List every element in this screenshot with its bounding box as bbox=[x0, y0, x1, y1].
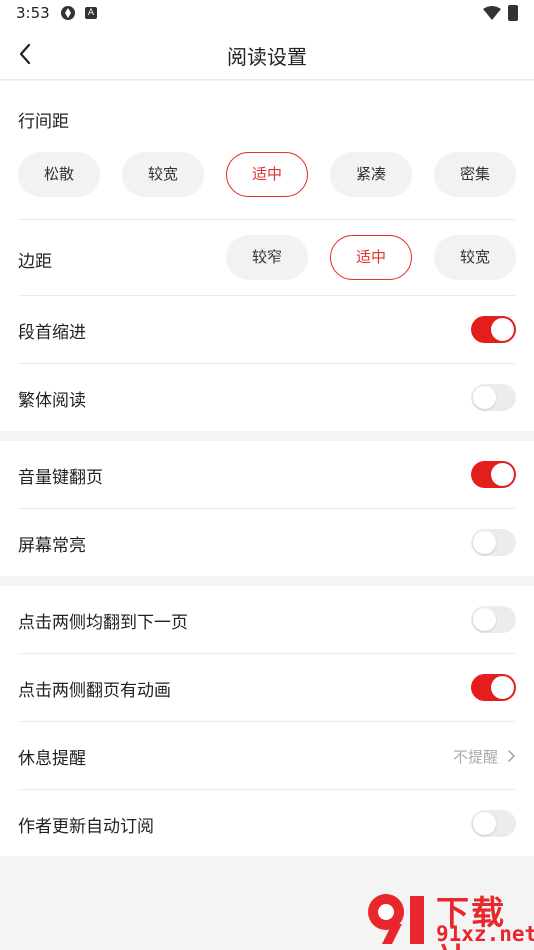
toggle-knob bbox=[491, 463, 514, 486]
watermark-logo-icon bbox=[368, 894, 424, 944]
margin-label: 边距 bbox=[18, 252, 52, 272]
app-notification-icon bbox=[61, 6, 75, 20]
divider bbox=[18, 219, 516, 220]
toggle-knob bbox=[491, 676, 514, 699]
page-turn-settings-card: 点击两侧均翻到下一页 点击两侧翻页有动画 休息提醒 不提醒 作者更新自动订阅 bbox=[0, 586, 534, 856]
flip-animation-label: 点击两侧翻页有动画 bbox=[18, 681, 171, 701]
line-spacing-label: 行间距 bbox=[18, 112, 69, 132]
paragraph-indent-row: 段首缩进 bbox=[0, 296, 534, 364]
status-time: 3:53 bbox=[16, 4, 50, 22]
watermark-url: 91xz.net bbox=[436, 922, 534, 946]
toggle-knob bbox=[473, 386, 496, 409]
title-bar: 阅读设置 bbox=[0, 28, 534, 80]
line-spacing-option-compact[interactable]: 紧凑 bbox=[330, 152, 412, 197]
flip-animation-toggle[interactable] bbox=[471, 674, 516, 701]
margin-option-narrow[interactable]: 较窄 bbox=[226, 235, 308, 280]
rest-reminder-value: 不提醒 bbox=[452, 748, 498, 766]
layout-settings-card: 行间距 松散 较宽 适中 紧凑 密集 边距 较窄 适中 较宽 段首缩进 繁体阅读 bbox=[0, 81, 534, 431]
auto-subscribe-label: 作者更新自动订阅 bbox=[18, 817, 154, 837]
paragraph-indent-toggle[interactable] bbox=[471, 316, 516, 343]
volume-key-row: 音量键翻页 bbox=[0, 441, 534, 509]
volume-key-toggle[interactable] bbox=[471, 461, 516, 488]
line-spacing-option-loose[interactable]: 松散 bbox=[18, 152, 100, 197]
margin-option-medium[interactable]: 适中 bbox=[330, 235, 412, 280]
status-bar: 3:53 A bbox=[0, 0, 534, 28]
screen-on-label: 屏幕常亮 bbox=[18, 536, 86, 556]
rest-reminder-row[interactable]: 休息提醒 不提醒 bbox=[0, 722, 534, 790]
traditional-chinese-label: 繁体阅读 bbox=[18, 391, 86, 411]
toggle-knob bbox=[473, 531, 496, 554]
a-icon: A bbox=[85, 7, 97, 19]
toggle-knob bbox=[473, 608, 496, 631]
traditional-chinese-toggle[interactable] bbox=[471, 384, 516, 411]
line-spacing-option-medium[interactable]: 适中 bbox=[226, 152, 308, 197]
traditional-chinese-row: 繁体阅读 bbox=[0, 364, 534, 432]
line-spacing-option-wide[interactable]: 较宽 bbox=[122, 152, 204, 197]
margin-option-wide[interactable]: 较宽 bbox=[434, 235, 516, 280]
tap-next-page-row: 点击两侧均翻到下一页 bbox=[0, 586, 534, 654]
paragraph-indent-label: 段首缩进 bbox=[18, 323, 86, 343]
battery-icon bbox=[508, 5, 518, 21]
toggle-knob bbox=[473, 812, 496, 835]
chevron-right-icon bbox=[508, 750, 515, 762]
auto-subscribe-row: 作者更新自动订阅 bbox=[0, 790, 534, 858]
volume-key-label: 音量键翻页 bbox=[18, 468, 103, 488]
page-title: 阅读设置 bbox=[227, 45, 307, 69]
auto-subscribe-toggle[interactable] bbox=[471, 810, 516, 837]
watermark: 下载站 91xz.net bbox=[360, 886, 534, 950]
wifi-icon bbox=[483, 6, 501, 20]
line-spacing-option-dense[interactable]: 密集 bbox=[434, 152, 516, 197]
tap-next-page-label: 点击两侧均翻到下一页 bbox=[18, 613, 188, 633]
flip-animation-row: 点击两侧翻页有动画 bbox=[0, 654, 534, 722]
tap-next-page-toggle[interactable] bbox=[471, 606, 516, 633]
screen-on-toggle[interactable] bbox=[471, 529, 516, 556]
rest-reminder-label: 休息提醒 bbox=[18, 749, 86, 769]
toggle-knob bbox=[491, 318, 514, 341]
control-settings-card: 音量键翻页 屏幕常亮 bbox=[0, 441, 534, 576]
screen-on-row: 屏幕常亮 bbox=[0, 509, 534, 577]
